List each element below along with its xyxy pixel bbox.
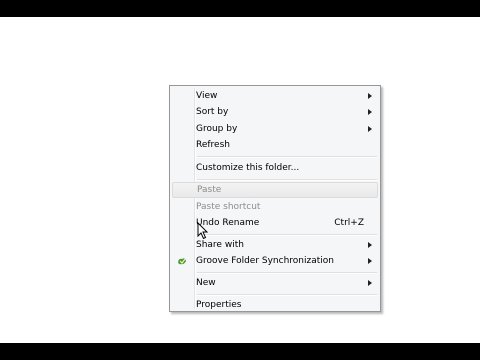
submenu-arrow-icon: [368, 126, 372, 132]
menu-item-group-by[interactable]: Group by: [172, 121, 378, 137]
menu-item-paste[interactable]: Paste: [172, 182, 378, 198]
menu-item-label: Groove Folder Synchronization: [196, 256, 334, 266]
menu-item-shortcut: Ctrl+Z: [334, 218, 364, 228]
menu-item-properties[interactable]: Properties: [172, 297, 378, 313]
submenu-arrow-icon: [368, 280, 372, 286]
menu-item-refresh[interactable]: Refresh: [172, 137, 378, 153]
menu-separator: [197, 272, 377, 274]
menu-separator: [197, 294, 377, 296]
submenu-arrow-icon: [368, 109, 372, 115]
menu-item-customize-folder[interactable]: Customize this folder...: [172, 160, 378, 176]
submenu-arrow-icon: [368, 258, 372, 264]
menu-item-paste-shortcut[interactable]: Paste shortcut: [172, 199, 378, 215]
context-menu: View Sort by Group by Refresh Customize …: [169, 85, 381, 312]
groove-icon: [178, 258, 186, 265]
submenu-arrow-icon: [368, 93, 372, 99]
menu-separator: [197, 156, 377, 158]
menu-item-label: View: [196, 91, 218, 101]
menu-item-label: Sort by: [196, 107, 229, 117]
mouse-cursor-icon: [197, 222, 209, 240]
menu-item-label: Properties: [196, 300, 242, 310]
menu-item-label: Paste shortcut: [196, 202, 261, 212]
menu-separator: [197, 234, 377, 236]
menu-item-view[interactable]: View: [172, 88, 378, 104]
menu-item-groove-sync[interactable]: Groove Folder Synchronization: [172, 253, 378, 269]
submenu-arrow-icon: [368, 242, 372, 248]
menu-item-sort-by[interactable]: Sort by: [172, 104, 378, 120]
menu-item-label: New: [196, 278, 216, 288]
menu-item-label: Group by: [196, 124, 238, 134]
menu-item-label: Refresh: [196, 140, 230, 150]
menu-item-label: Customize this folder...: [196, 163, 300, 173]
menu-item-label: Paste: [197, 185, 222, 195]
menu-separator: [197, 179, 377, 181]
menu-item-new[interactable]: New: [172, 275, 378, 291]
